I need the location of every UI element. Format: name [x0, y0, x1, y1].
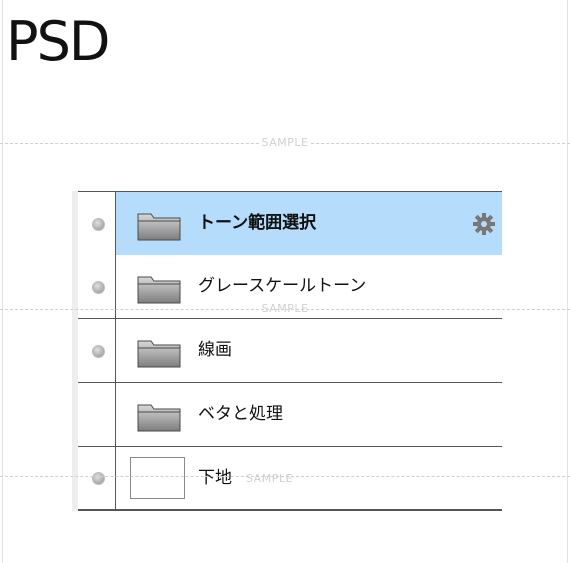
watermark-text: SAMPLE: [246, 472, 293, 485]
visibility-toggle[interactable]: [92, 344, 105, 358]
layer-thumbnail: [130, 457, 185, 499]
gear-icon[interactable]: [472, 212, 496, 236]
layer-row-body[interactable]: 下地 SAMPLE: [116, 447, 502, 509]
watermark-line: [0, 143, 570, 144]
right-edge-line: [567, 0, 568, 563]
watermark-top: SAMPLE: [0, 136, 570, 150]
visibility-toggle[interactable]: [92, 472, 105, 485]
layer-row-base[interactable]: 下地 SAMPLE: [78, 447, 502, 509]
visibility-column: [78, 319, 116, 382]
layers-panel: トーン範囲選択 グレースケールトーン 線画 ベタと処理 下地 SAMPLE: [78, 191, 502, 511]
page-title: PSD: [6, 10, 110, 73]
layer-row-line-art[interactable]: 線画: [78, 319, 502, 383]
layer-row-tone-range[interactable]: トーン範囲選択: [78, 191, 502, 255]
layer-row-body[interactable]: グレースケールトーン: [116, 255, 502, 318]
left-edge-line: [2, 0, 3, 563]
visibility-toggle[interactable]: [92, 280, 105, 294]
visibility-column[interactable]: [78, 383, 116, 446]
layer-row-solid-fill[interactable]: ベタと処理: [78, 383, 502, 447]
visibility-column: [78, 447, 116, 509]
layer-name: ベタと処理: [198, 404, 283, 424]
folder-icon: [137, 340, 181, 368]
layer-row-grayscale-tone[interactable]: グレースケールトーン: [78, 255, 502, 319]
visibility-column: [78, 255, 116, 318]
folder-icon: [137, 276, 181, 304]
layer-row-body[interactable]: ベタと処理: [116, 383, 502, 446]
watermark-text: SAMPLE: [259, 136, 311, 150]
visibility-column: [78, 191, 116, 255]
layer-name: トーン範囲選択: [198, 213, 317, 233]
watermark-line-bottom-left: [0, 476, 570, 477]
layer-name: 線画: [198, 340, 232, 360]
folder-icon: [137, 404, 181, 432]
layer-row-body[interactable]: 線画: [116, 319, 502, 382]
layer-name: 下地: [198, 468, 232, 488]
layer-name: グレースケールトーン: [198, 276, 367, 296]
visibility-toggle[interactable]: [92, 217, 105, 231]
layer-row-body[interactable]: トーン範囲選択: [116, 191, 502, 255]
folder-icon: [137, 213, 181, 241]
